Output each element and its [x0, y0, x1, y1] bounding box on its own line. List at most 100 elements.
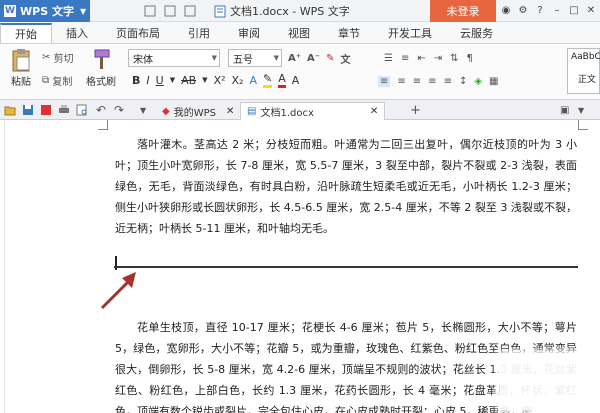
bold-icon[interactable]: B — [132, 74, 140, 87]
decrease-indent-icon[interactable]: ⇤ — [417, 53, 425, 64]
italic-icon[interactable]: I — [146, 74, 149, 87]
chevron-down-icon: ▼ — [211, 54, 217, 62]
close-icon[interactable]: ✕ — [370, 106, 378, 117]
wps-logo-icon: W — [4, 5, 16, 17]
tab-my-wps[interactable]: ◆ 我的WPS ✕ — [156, 102, 240, 120]
borders-icon[interactable]: ▦ — [489, 76, 498, 87]
pinyin-icon[interactable]: 文 — [340, 51, 350, 66]
print-icon[interactable] — [58, 104, 70, 116]
paragraph-1: 落叶灌木。茎高达 2 米；分枝短而粗。叶通常为二回三出复叶，偶尔近枝顶的叶为 3… — [115, 138, 577, 235]
document-tab-bar: ↶ ↷ ▼ ◆ 我的WPS ✕ ▤ 文档1.docx ✕ + ▣ ▼ — [0, 100, 600, 120]
new-tab-icon[interactable]: + — [410, 102, 421, 118]
tab-view[interactable]: 视图 — [274, 23, 324, 43]
wps-home-icon: ◆ — [162, 105, 170, 117]
tab-developer[interactable]: 开发工具 — [374, 23, 446, 43]
document-icon — [214, 5, 226, 17]
format-buttons: B I U ▼ AB ▼ X² X₂ A ✎ A A — [132, 71, 299, 89]
undo-icon[interactable]: ↶ — [96, 102, 106, 118]
align-left-icon[interactable]: ≡ — [378, 75, 391, 87]
tab-insert[interactable]: 插入 — [52, 23, 102, 43]
font-color-icon[interactable]: A — [278, 72, 286, 88]
cut-button[interactable]: ✂ 剪切 — [42, 49, 74, 65]
font-name-select[interactable]: 宋体 ▼ — [128, 49, 220, 67]
chevron-down-icon[interactable]: ▼ — [140, 102, 146, 118]
brush-icon — [94, 49, 110, 69]
open-folder-icon[interactable] — [4, 104, 16, 116]
scissors-icon: ✂ — [42, 51, 51, 63]
text-effect-icon[interactable]: A — [249, 74, 257, 87]
chevron-down-icon: ▼ — [79, 6, 87, 16]
grow-font-icon[interactable]: A⁺ — [288, 53, 301, 64]
increase-indent-icon[interactable]: ⇥ — [434, 53, 442, 64]
close-icon[interactable]: ✕ — [226, 106, 234, 117]
help-icon[interactable]: ? — [533, 2, 547, 18]
font-size-select[interactable]: 五号 ▼ — [228, 49, 282, 67]
skin-icon[interactable]: ◉ — [499, 2, 513, 18]
document-icon: ▤ — [247, 106, 257, 117]
window-controls: ◉ ⚙ ? – □ ✕ — [499, 2, 598, 18]
style-preview: AaBbC — [571, 52, 600, 62]
tab-references[interactable]: 引用 — [174, 23, 224, 43]
login-button[interactable]: 未登录 — [430, 0, 496, 22]
window-icon — [164, 5, 176, 17]
copy-label: 复制 — [52, 76, 73, 88]
sort-icon[interactable]: ⇅ — [450, 53, 458, 64]
subscript-icon[interactable]: X₂ — [232, 74, 244, 87]
save-icon[interactable] — [22, 104, 34, 116]
window-icon — [184, 5, 196, 17]
chevron-down-icon[interactable]: ▼ — [170, 76, 175, 84]
tab-review[interactable]: 审阅 — [224, 23, 274, 43]
document-area[interactable]: 落叶灌木。茎高达 2 米；分枝短而粗。叶通常为二回三出复叶，偶尔近枝顶的叶为 3… — [0, 120, 600, 413]
chevron-down-icon[interactable]: ▼ — [202, 76, 207, 84]
char-shading-icon[interactable]: A — [292, 74, 300, 87]
tab-document-label: 文档1.docx — [260, 108, 314, 119]
paste-button[interactable]: 粘贴 — [2, 47, 40, 88]
align-right-icon[interactable]: ≡ — [413, 76, 421, 87]
font-size-value: 五号 — [233, 54, 253, 66]
tab-sections[interactable]: 章节 — [324, 23, 374, 43]
style-gallery[interactable]: AaBbC 正文 — [567, 48, 600, 94]
window-icon — [144, 5, 156, 17]
minimize-icon[interactable]: – — [550, 2, 564, 18]
page-edge — [4, 120, 5, 413]
numbering-icon[interactable]: ≡ — [401, 53, 409, 64]
align-center-icon[interactable]: ≡ — [397, 76, 405, 87]
superscript-icon[interactable]: X² — [214, 74, 226, 87]
watermark-blur — [496, 350, 600, 413]
show-marks-icon[interactable]: ¶ — [467, 53, 473, 64]
tab-home[interactable]: 开始 — [0, 23, 52, 43]
font-size-buttons: A⁺ A⁻ ✎ 文 — [288, 50, 350, 66]
tab-list-icon[interactable]: ▣ — [560, 102, 569, 118]
app-menu-button[interactable]: W WPS 文字 ▼ — [0, 0, 90, 22]
ribbon-toolbar: 粘贴 ✂ 剪切 ⧉ 复制 格式刷 宋体 ▼ 五号 ▼ A⁺ A⁻ ✎ 文 B I U… — [0, 44, 600, 100]
format-painter-button[interactable]: 格式刷 — [82, 47, 120, 88]
document-title: 文档1.docx - WPS 文字 — [230, 5, 350, 18]
tab-page-layout[interactable]: 页面布局 — [102, 23, 174, 43]
print-preview-icon[interactable] — [76, 104, 88, 116]
chevron-down-icon[interactable]: ▼ — [578, 102, 584, 118]
bullets-icon[interactable]: ☰ — [384, 53, 393, 64]
copy-button[interactable]: ⧉ 复制 — [42, 72, 72, 88]
ribbon-tabs: 开始 插入 页面布局 引用 审阅 视图 章节 开发工具 云服务 — [0, 22, 600, 44]
underline-icon[interactable]: U — [156, 74, 164, 87]
shrink-font-icon[interactable]: A⁻ — [307, 53, 320, 64]
maximize-icon[interactable]: □ — [567, 2, 581, 18]
clear-format-icon[interactable]: ✎ — [326, 53, 334, 64]
strikethrough-icon[interactable]: AB — [181, 74, 196, 87]
margin-corner-mark — [578, 120, 588, 130]
output-pdf-icon[interactable] — [40, 104, 52, 116]
quick-icons — [144, 5, 196, 17]
format-painter-label: 格式刷 — [86, 77, 116, 88]
redo-icon[interactable]: ↷ — [114, 102, 124, 118]
settings-icon[interactable]: ⚙ — [516, 2, 530, 18]
shading-icon[interactable]: ◈ — [474, 76, 482, 87]
line-spacing-icon[interactable]: ↕ — [459, 76, 467, 87]
tab-document[interactable]: ▤ 文档1.docx ✕ — [240, 102, 386, 120]
distribute-icon[interactable]: ≡ — [444, 76, 452, 87]
justify-icon[interactable]: ≡ — [428, 76, 436, 87]
tab-my-wps-label: 我的WPS — [173, 107, 216, 119]
tab-cloud[interactable]: 云服务 — [446, 23, 507, 43]
highlight-icon[interactable]: ✎ — [263, 72, 273, 88]
close-icon[interactable]: ✕ — [584, 2, 598, 18]
horizontal-line — [114, 266, 578, 268]
